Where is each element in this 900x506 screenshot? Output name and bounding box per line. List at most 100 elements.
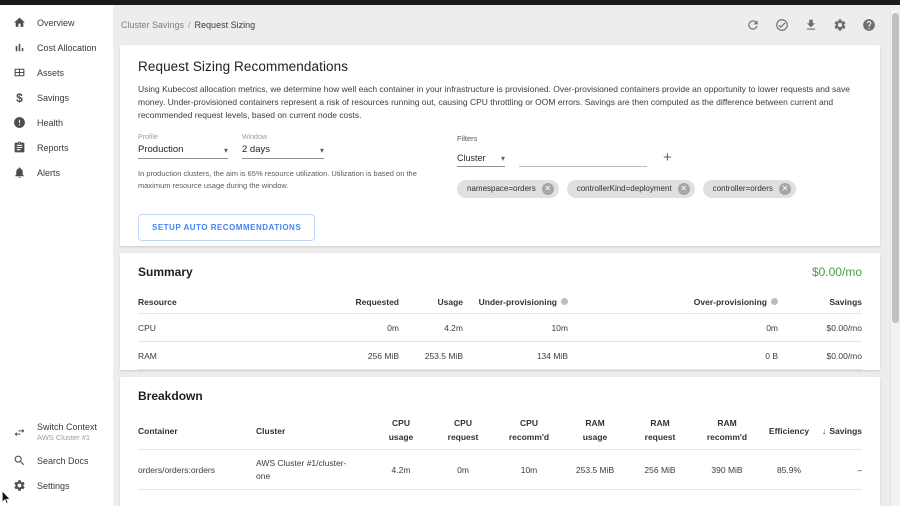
filter-chip: controller=orders ✕ xyxy=(703,180,796,198)
col-resource: Resource xyxy=(138,297,283,307)
current-cluster-label: AWS Cluster #1 xyxy=(37,433,97,442)
switch-context-label: Switch Context xyxy=(37,422,97,433)
breadcrumb-cluster-savings[interactable]: Cluster Savings xyxy=(121,20,184,30)
main-area: Cluster Savings / Request Sizing Request S… xyxy=(113,5,900,506)
sidebar-footer: Switch Context AWS Cluster #1 Search Doc… xyxy=(0,416,113,498)
sidebar-item-assets[interactable]: Assets xyxy=(0,60,113,85)
col-savings: Savings xyxy=(778,297,862,307)
col-ram-request[interactable]: RAMrequest xyxy=(627,417,693,444)
col-cpu-usage[interactable]: CPUusage xyxy=(371,417,431,444)
bar-chart-icon xyxy=(13,41,26,54)
col-ram-recommended[interactable]: RAMrecomm'd xyxy=(693,417,761,444)
search-icon xyxy=(13,454,26,467)
summary-card: Summary $0.00/mo Resource Requested Usag… xyxy=(120,253,880,370)
request-sizing-card: Request Sizing Recommendations Using Kub… xyxy=(120,45,880,246)
add-filter-button[interactable]: + xyxy=(661,150,674,167)
summary-table: Resource Requested Usage Under-provision… xyxy=(138,290,862,370)
refresh-icon[interactable] xyxy=(745,18,760,33)
clipboard-icon xyxy=(13,141,26,154)
col-requested: Requested xyxy=(283,297,399,307)
col-savings-sorted[interactable]: ↓Savings xyxy=(817,426,862,436)
remove-chip-icon[interactable]: ✕ xyxy=(678,183,690,195)
cluster-cell: AWS Cluster #1/cluster-one xyxy=(256,457,371,483)
grid-icon xyxy=(13,66,26,79)
help-icon[interactable] xyxy=(861,18,876,33)
sidebar-item-switch-context[interactable]: Switch Context AWS Cluster #1 xyxy=(0,416,113,448)
filter-value-input[interactable] xyxy=(519,152,647,167)
sidebar-nav: Overview Cost Allocation Assets $ Saving… xyxy=(0,10,113,185)
controls-row: Profile Production▾ Window 2 days▾ In pr… xyxy=(138,134,862,198)
col-container[interactable]: Container xyxy=(138,426,256,436)
breakdown-header-row: Container Cluster CPUusage CPUrequest CP… xyxy=(138,412,862,450)
profile-helper-text: In production clusters, the aim is 65% r… xyxy=(138,168,438,192)
breadcrumb-separator: / xyxy=(188,20,191,30)
header-actions xyxy=(745,18,876,33)
home-icon xyxy=(13,16,26,29)
breadcrumb-request-sizing: Request Sizing xyxy=(195,20,256,30)
sidebar-item-cost-allocation[interactable]: Cost Allocation xyxy=(0,35,113,60)
summary-header-row: Resource Requested Usage Under-provision… xyxy=(138,290,862,314)
profile-label: Profile xyxy=(138,134,228,141)
app-window: Overview Cost Allocation Assets $ Saving… xyxy=(0,0,900,506)
gear-icon xyxy=(13,479,26,492)
bell-icon xyxy=(13,166,26,179)
summary-title: Summary xyxy=(138,265,193,279)
page-description: Using Kubecost allocation metrics, we de… xyxy=(138,83,862,123)
profile-select[interactable]: Profile Production▾ xyxy=(138,134,228,159)
total-savings-value: $0.00/mo xyxy=(812,265,862,279)
info-icon[interactable] xyxy=(771,298,778,305)
container-cell: orders/orders:orders xyxy=(138,465,256,475)
sidebar-item-label: Assets xyxy=(37,68,64,78)
chevron-down-icon: ▾ xyxy=(501,154,505,163)
top-black-bar xyxy=(0,0,900,5)
filters-label: Filters xyxy=(457,134,862,143)
filter-chips: namespace=orders ✕ controllerKind=deploy… xyxy=(457,180,862,198)
gear-icon[interactable] xyxy=(832,18,847,33)
col-usage: Usage xyxy=(399,297,463,307)
col-over-provisioning: Over-provisioning xyxy=(568,297,778,307)
breakdown-table: Container Cluster CPUusage CPUrequest CP… xyxy=(138,412,862,490)
scrollbar-thumb[interactable] xyxy=(892,13,899,323)
filter-chip: namespace=orders ✕ xyxy=(457,180,559,198)
breakdown-title: Breakdown xyxy=(138,389,862,403)
sidebar-item-label: Savings xyxy=(37,93,69,103)
dollar-icon: $ xyxy=(13,91,26,104)
health-icon xyxy=(13,116,26,129)
sidebar-item-label: Reports xyxy=(37,143,69,153)
sidebar-item-alerts[interactable]: Alerts xyxy=(0,160,113,185)
table-row-ram: RAM 256 MiB 253.5 MiB 134 MiB 0 B $0.00/… xyxy=(138,342,862,370)
col-cpu-request[interactable]: CPUrequest xyxy=(431,417,495,444)
sidebar-item-label: Overview xyxy=(37,18,75,28)
remove-chip-icon[interactable]: ✕ xyxy=(542,183,554,195)
col-efficiency[interactable]: Efficiency xyxy=(761,426,817,436)
col-under-provisioning: Under-provisioning xyxy=(463,297,568,307)
col-ram-usage[interactable]: RAMusage xyxy=(563,417,627,444)
table-row: orders/orders:orders AWS Cluster #1/clus… xyxy=(138,450,862,490)
sidebar-item-health[interactable]: Health xyxy=(0,110,113,135)
filter-chip: controllerKind=deployment ✕ xyxy=(567,180,695,198)
sidebar-item-overview[interactable]: Overview xyxy=(0,10,113,35)
sidebar-item-reports[interactable]: Reports xyxy=(0,135,113,160)
window-label: Window xyxy=(242,134,324,141)
sidebar-item-settings[interactable]: Settings xyxy=(0,473,113,498)
page-title: Request Sizing Recommendations xyxy=(138,59,862,74)
download-icon[interactable] xyxy=(803,18,818,33)
col-cluster[interactable]: Cluster xyxy=(256,426,371,436)
sidebar: Overview Cost Allocation Assets $ Saving… xyxy=(0,5,113,506)
sort-desc-icon: ↓ xyxy=(822,426,827,436)
col-cpu-recommended[interactable]: CPUrecomm'd xyxy=(495,417,563,444)
page-header: Cluster Savings / Request Sizing xyxy=(113,5,900,45)
setup-auto-recommendations-button[interactable]: SETUP AUTO RECOMMENDATIONS xyxy=(138,214,315,241)
info-icon[interactable] xyxy=(561,298,568,305)
chevron-down-icon: ▾ xyxy=(320,146,324,155)
sidebar-item-search-docs[interactable]: Search Docs xyxy=(0,448,113,473)
sidebar-item-label: Cost Allocation xyxy=(37,43,97,53)
breadcrumb: Cluster Savings / Request Sizing xyxy=(121,20,255,30)
remove-chip-icon[interactable]: ✕ xyxy=(779,183,791,195)
window-select[interactable]: Window 2 days▾ xyxy=(242,134,324,159)
sidebar-item-label: Search Docs xyxy=(37,456,89,466)
sidebar-item-savings[interactable]: $ Savings xyxy=(0,85,113,110)
scrollbar[interactable] xyxy=(890,10,900,506)
filter-type-select[interactable]: Cluster▾ xyxy=(457,153,505,167)
check-circle-icon[interactable] xyxy=(774,18,789,33)
